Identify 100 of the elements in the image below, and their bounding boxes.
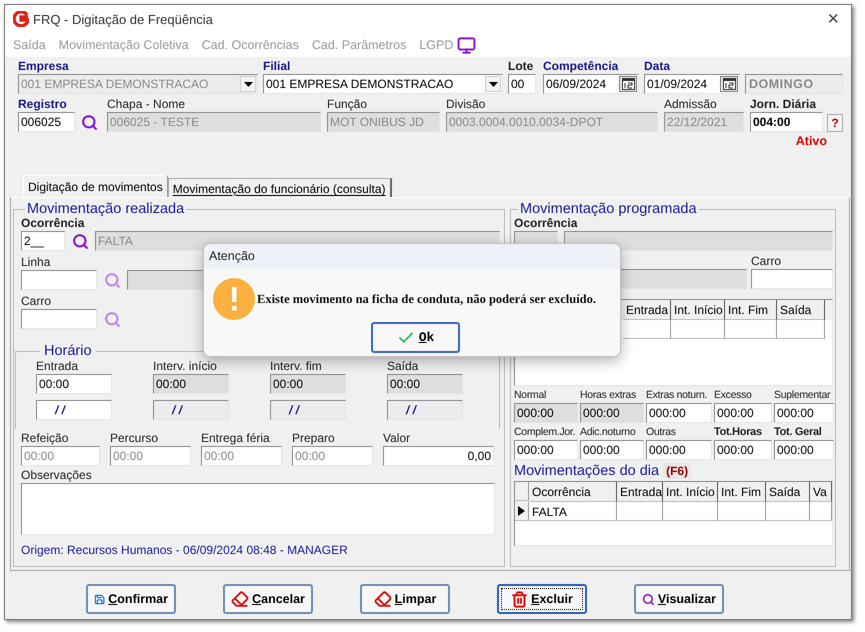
period-date-field[interactable]: 06/09/2024 — [543, 74, 639, 94]
column-header: Int. Início — [663, 482, 718, 502]
field-label: Excesso — [714, 388, 752, 403]
action-button[interactable]: Excluir — [497, 584, 587, 614]
field-label: Lote — [508, 59, 534, 74]
hours-field[interactable]: 000:00 — [646, 440, 712, 460]
warning-icon — [213, 278, 255, 320]
time-field[interactable]: 0,00 — [383, 446, 494, 466]
date-field[interactable]: / / — [36, 400, 112, 420]
table-cell[interactable]: FALTA — [529, 502, 617, 521]
column-header: Int. Fim — [718, 482, 766, 502]
caret-icon — [244, 82, 252, 86]
field-label: Chapa - Nome — [107, 97, 186, 112]
field-label: Normal — [514, 388, 546, 403]
field-label: Carro — [21, 294, 52, 309]
occurrence-code-field[interactable]: 2__ — [21, 231, 65, 251]
window-title: FRQ - Digitação de Freqüência — [33, 12, 214, 26]
daily-hours-field[interactable]: 004:00 — [750, 112, 823, 132]
field-label: Função — [327, 97, 368, 112]
field-label: Valor — [383, 431, 410, 446]
field-label: Extras noturn. — [646, 388, 708, 403]
field-label: Percurso — [110, 431, 158, 446]
field-label: Refeição — [21, 431, 68, 446]
field-label: Horas extras — [580, 388, 636, 403]
hours-field[interactable]: 000:00 — [580, 440, 644, 460]
close-button[interactable]: × — [823, 9, 843, 29]
hours-field[interactable]: 000:00 — [714, 403, 772, 423]
action-button[interactable]: Cancelar — [223, 584, 313, 614]
table-cell — [725, 320, 777, 339]
calendar-button[interactable] — [619, 76, 637, 92]
field-label: Preparo — [292, 431, 335, 446]
column-header: Int. Fim — [725, 300, 777, 320]
column-header: Saída — [766, 482, 810, 502]
table-cell — [663, 502, 718, 521]
hours-field[interactable]: 000:00 — [714, 440, 772, 460]
dialog-message: Existe movimento na ficha de conduta, não poderá ser excluído. — [257, 292, 596, 306]
field-label: Tot.Horas — [714, 425, 762, 440]
row-indicator[interactable] — [515, 502, 529, 521]
branch-dropdown[interactable]: 001 EMPRESA DEMONSTRACAO — [263, 74, 503, 94]
field-label: Adic.noturno — [580, 425, 636, 440]
field-label: Data — [644, 59, 670, 74]
dialog-title: Atenção — [209, 249, 255, 263]
eraser-icon — [231, 590, 250, 608]
row-pointer-icon — [518, 506, 525, 516]
field-label: Linha — [21, 255, 50, 270]
column-header: Int. Início — [671, 300, 725, 320]
group-title: Horário — [43, 343, 93, 359]
shortcut-label: (F6) — [663, 463, 692, 479]
group-title: Movimentação realizada — [26, 202, 186, 216]
corner-cell — [515, 482, 529, 501]
batch-field[interactable]: 00 — [508, 74, 536, 94]
field-label: Ocorrência — [514, 216, 578, 231]
help-button[interactable]: ? — [827, 114, 843, 132]
hours-field[interactable]: 000:00 — [774, 403, 834, 423]
tab[interactable]: Digitação de movimentos — [23, 175, 168, 197]
action-button[interactable]: Confirmar — [86, 584, 176, 614]
table-cell — [623, 320, 671, 339]
field-label: Outras — [646, 425, 676, 440]
vehicle-field[interactable] — [751, 269, 833, 289]
column-header: Entrada — [617, 482, 663, 502]
field-label: Empresa — [18, 59, 69, 74]
column-header: Saída — [777, 300, 825, 320]
field-label: Divisão — [446, 97, 486, 112]
field-label: Tot. Geral — [774, 425, 822, 440]
group-title: Movimentação programada — [519, 202, 698, 216]
action-button[interactable]: Visualizar — [634, 584, 724, 614]
calendar-button[interactable] — [720, 76, 738, 92]
date-field[interactable]: 01/09/2024 — [644, 74, 740, 94]
hours-field[interactable]: 000:00 — [774, 440, 834, 460]
action-button[interactable]: Limpar — [360, 584, 450, 614]
field-label: Interv. fim — [270, 359, 322, 374]
ok-button[interactable]: Ok — [371, 322, 460, 353]
hours-field[interactable]: 000:00 — [646, 403, 712, 423]
trash-icon — [511, 590, 528, 608]
tab[interactable]: Movimentação do funcionário (consulta) — [168, 178, 392, 197]
status-label: Ativo — [796, 134, 827, 148]
table-cell — [810, 502, 832, 521]
line-field[interactable] — [21, 270, 97, 290]
time-field[interactable]: 00:00 — [36, 374, 112, 394]
field-label: Carro — [751, 254, 782, 269]
logo-icon — [13, 11, 29, 27]
registration-field[interactable]: 006025 — [18, 112, 75, 132]
column-header: Va — [810, 482, 832, 502]
eraser-icon — [374, 590, 392, 608]
field-label: Registro — [18, 97, 67, 112]
occurrence-field[interactable] — [564, 231, 833, 251]
origin-text: Origem: Recursos Humanos - 06/09/2024 08:48 - MANAGER — [21, 543, 349, 557]
notes-field[interactable] — [21, 483, 495, 535]
hours-field[interactable]: 000:00 — [514, 440, 578, 460]
field-label: Interv. início — [153, 359, 217, 374]
table-cell — [617, 502, 663, 521]
vehicle-field[interactable] — [21, 309, 97, 329]
field-label: Ocorrência — [21, 216, 84, 231]
table-cell — [777, 320, 825, 339]
monitor-icon[interactable] — [457, 36, 476, 54]
weekday-field: DOMINGO — [745, 74, 843, 94]
table-cell — [766, 502, 810, 521]
field-label: Entrada — [36, 359, 78, 374]
column-header: Entrada — [623, 300, 671, 320]
field-label: Filial — [263, 59, 290, 74]
